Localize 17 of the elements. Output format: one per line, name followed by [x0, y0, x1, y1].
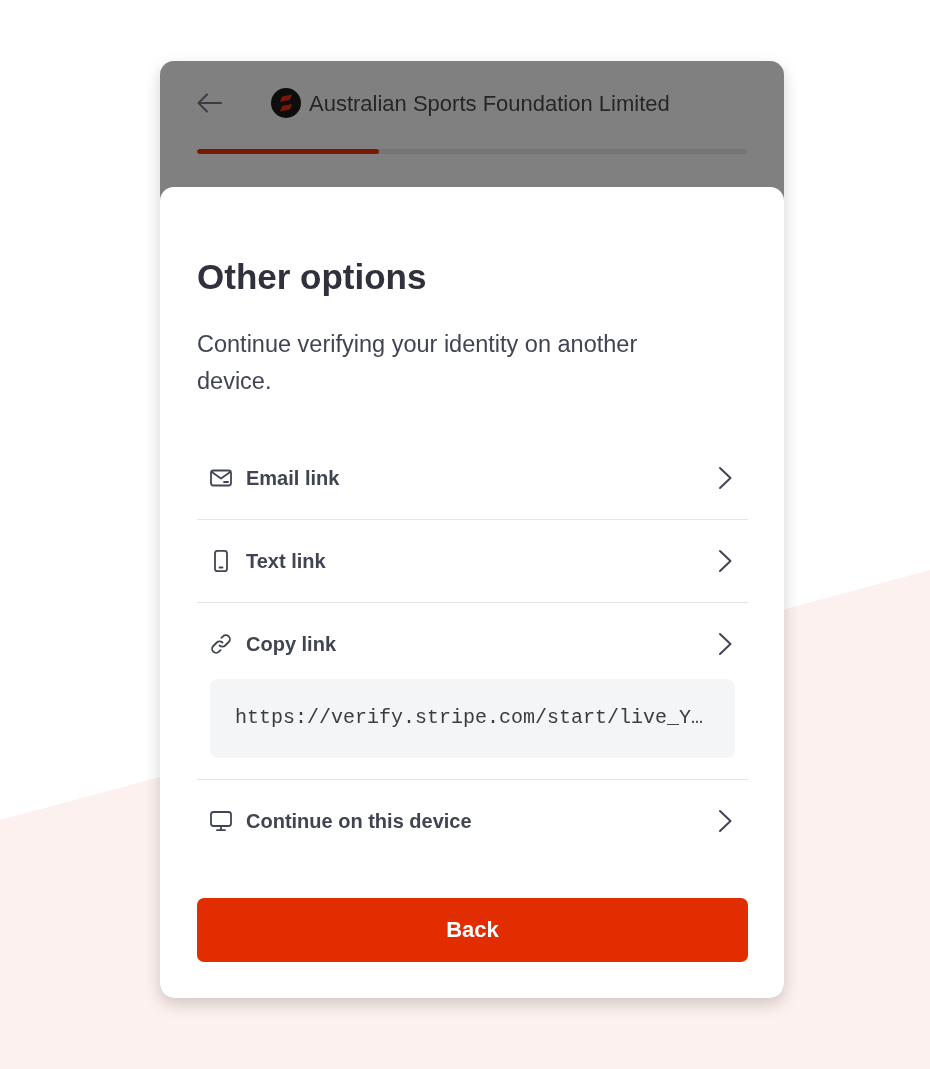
option-item[interactable]: Text link — [197, 519, 748, 602]
option-item[interactable]: Continue on this device — [197, 779, 748, 862]
sheet-title: Other options — [197, 257, 428, 297]
option-item[interactable]: Copy link — [197, 602, 748, 679]
back-button[interactable]: Back — [197, 897, 748, 962]
link-icon — [209, 631, 233, 656]
chevron-right-icon — [718, 548, 732, 573]
chevron-right-icon — [718, 631, 732, 656]
chevron-right-icon — [718, 808, 732, 833]
option-item[interactable]: Email link — [197, 436, 748, 519]
organization-name: Australian Sports Foundation Limited — [309, 89, 670, 118]
monitor-icon — [209, 808, 233, 833]
chevron-right-icon — [718, 465, 732, 490]
back-arrow-icon[interactable] — [197, 93, 222, 113]
logo-icon — [271, 88, 301, 118]
link-url-field[interactable]: https://verify.stripe.com/start/live_Y… — [210, 678, 735, 758]
sheet-description: Continue verifying your identity on another device. — [197, 330, 639, 396]
